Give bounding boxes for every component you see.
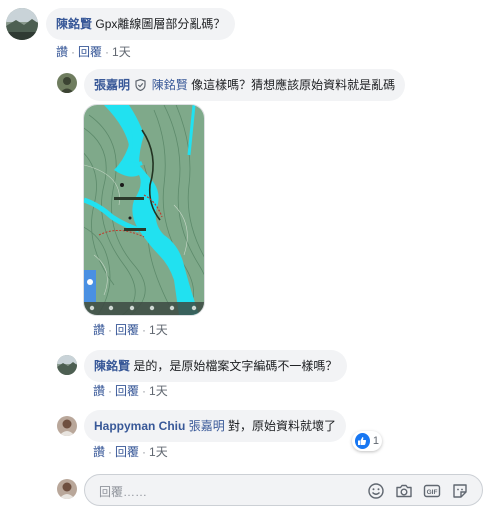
timestamp[interactable]: 1天 [112,45,131,59]
reply-bubble: 陳銘賢 是的，是原始檔案文字編碼不一樣嗎？ [84,350,348,382]
like-link[interactable]: 讚 [56,45,68,59]
sticker-icon[interactable] [451,482,469,500]
reply-link[interactable]: 回覆 [115,384,139,398]
separator-dot: · [142,445,147,459]
separator-dot: · [105,45,110,59]
reply-input[interactable] [97,482,361,502]
map-image [84,105,204,315]
reply-actions: 讚 · 回覆 · 1天 [93,443,168,460]
camera-icon[interactable] [395,482,413,500]
timestamp[interactable]: 1天 [149,384,168,398]
avatar[interactable] [57,416,77,436]
separator-dot: · [108,323,113,337]
reply-bubble: 張嘉明 陳銘賢 像這樣嗎？猜想應該原始資料就是亂碼 [84,69,406,101]
like-link[interactable]: 讚 [93,445,105,459]
reply-author[interactable]: 張嘉明 [94,78,130,92]
reply-text: 對，原始資料就壞了 [228,419,337,433]
separator-dot: · [142,384,147,398]
separator-dot: · [142,323,147,337]
mention-tag[interactable]: 張嘉明 [189,419,225,433]
comment-actions: 讚 · 回覆 · 1天 [56,43,131,60]
avatar [57,479,77,499]
shield-check-icon [135,79,146,91]
reaction-count: 1 [372,435,379,447]
timestamp[interactable]: 1天 [149,323,168,337]
reply-link[interactable]: 回覆 [115,323,139,337]
separator-dot: · [108,384,113,398]
comment-bubble: 陳銘賢 Gpx離線圖層部分亂碼？ [46,8,236,40]
reply-link[interactable]: 回覆 [115,445,139,459]
separator-dot: · [71,45,76,59]
mention-tag[interactable]: 陳銘賢 [152,78,188,92]
svg-text:GIF: GIF [427,489,438,496]
profile-photo [57,416,77,436]
reply-composer: GIF [84,474,483,506]
avatar[interactable] [57,73,77,93]
avatar[interactable] [57,355,77,375]
attached-map-screenshot[interactable] [83,104,205,316]
profile-photo [57,355,77,375]
reaction-summary[interactable]: 1 [352,431,382,451]
profile-photo [6,8,38,40]
reply-bubble: Happyman Chiu 張嘉明 對，原始資料就壞了 [84,410,347,442]
like-link[interactable]: 讚 [93,384,105,398]
comment-author[interactable]: 陳銘賢 [56,17,92,31]
avatar[interactable] [6,8,38,40]
profile-photo [57,73,77,93]
reply-author[interactable]: Happyman Chiu [94,419,185,433]
like-link[interactable]: 讚 [93,323,105,337]
profile-photo [57,479,77,499]
reply-author[interactable]: 陳銘賢 [94,359,130,373]
separator-dot: · [108,445,113,459]
reply-actions: 讚 · 回覆 · 1天 [93,382,168,399]
thumbs-up-icon [355,433,370,449]
reply-actions: 讚 · 回覆 · 1天 [93,321,168,338]
timestamp[interactable]: 1天 [149,445,168,459]
reply-link[interactable]: 回覆 [78,45,102,59]
gif-icon[interactable]: GIF [423,482,441,500]
comment-text: Gpx離線圖層部分亂碼？ [95,17,226,31]
smiley-icon[interactable] [367,482,385,500]
reply-text: 像這樣嗎？猜想應該原始資料就是亂碼 [191,78,396,92]
reply-text: 是的，是原始檔案文字編碼不一樣嗎？ [133,359,338,373]
